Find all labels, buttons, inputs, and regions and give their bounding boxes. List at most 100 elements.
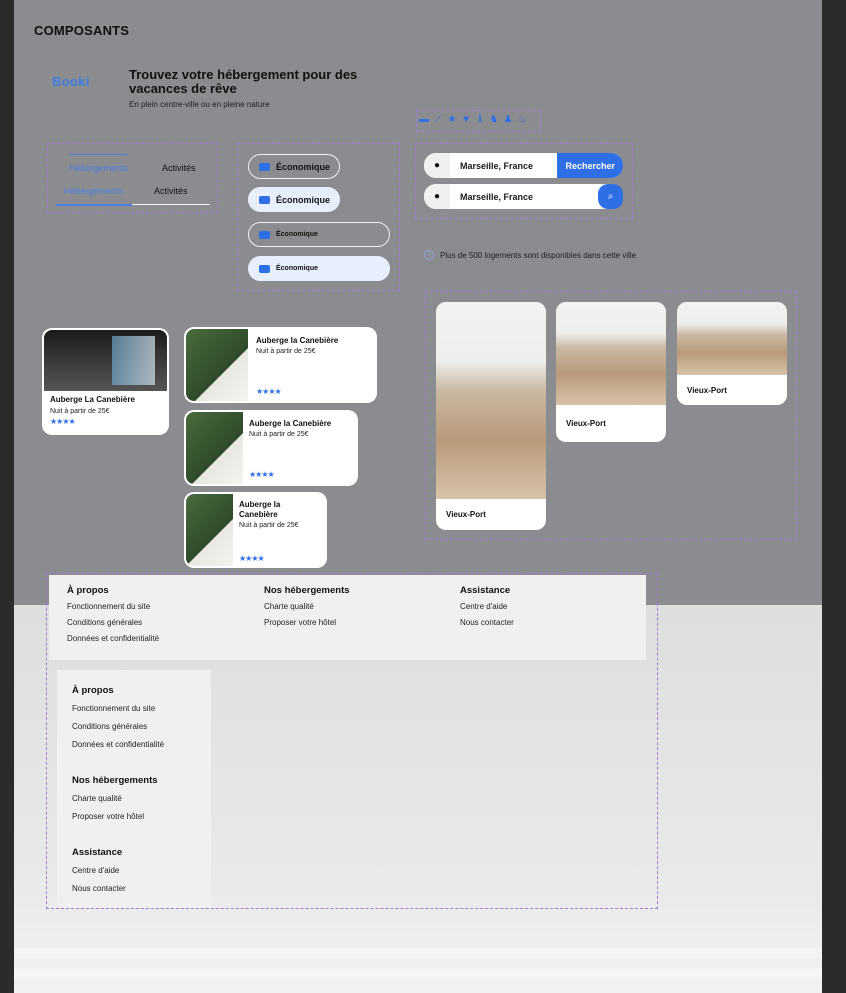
destination-image xyxy=(436,302,546,499)
card-price: Nuit à partir de 25€ xyxy=(256,348,316,355)
money-icon xyxy=(259,264,270,273)
card-name: Auberge la Canebière xyxy=(256,336,339,345)
tab-hebergements[interactable]: Hébergements xyxy=(64,186,123,196)
hebergement-card[interactable]: Auberge la Canebière Nuit à partir de 25… xyxy=(184,492,327,568)
destination-name: Vieux-Port xyxy=(566,419,606,428)
search-button[interactable]: Rechercher xyxy=(557,153,623,178)
artboard: COMPOSANTS Booki Trouvez votre hébergeme… xyxy=(14,0,822,993)
footer-heading: Nos hébergements xyxy=(72,775,158,786)
destination-card[interactable]: Vieux-Port xyxy=(677,302,787,405)
filter-label: Économique xyxy=(276,231,319,238)
info-icon: ℹ xyxy=(478,114,482,125)
footer-heading: Assistance xyxy=(72,847,123,858)
filter-chip[interactable]: Économique xyxy=(248,154,340,179)
star-rating: ★★★★ xyxy=(239,554,265,563)
card-image xyxy=(186,412,243,484)
filter-chip-selected[interactable]: Économique xyxy=(248,187,340,212)
availability-info: i Plus de 500 logements sont disponibles… xyxy=(424,250,636,260)
footer-section-assistance: Assistance Centre d'aide Nous contacter xyxy=(72,847,126,902)
chart-icon: ⟋ xyxy=(434,114,442,125)
person-icon: ♟ xyxy=(503,114,513,125)
footer-section-hebergements: Nos hébergements Charte qualité Proposer… xyxy=(72,775,158,830)
booki-logo[interactable]: Booki xyxy=(52,74,90,89)
tab-underline xyxy=(56,204,132,206)
money-icon xyxy=(259,230,270,239)
card-price: Nuit à partir de 25€ xyxy=(249,431,309,438)
footer-link[interactable]: Nous contacter xyxy=(460,618,514,627)
footer-link[interactable]: Données et confidentialité xyxy=(67,634,159,643)
search-input[interactable]: Marseille, France xyxy=(450,192,598,202)
footer-link[interactable]: Centre d'aide xyxy=(460,602,514,611)
filter-chip[interactable]: Économique xyxy=(248,222,390,247)
hero-headline: Trouvez votre hébergement pour des vacan… xyxy=(129,67,358,96)
footer-link[interactable]: Proposer votre hôtel xyxy=(72,812,158,821)
card-name: Auberge la Canebière xyxy=(239,500,281,519)
footer-heading: À propos xyxy=(67,585,109,596)
footer-heading: Assistance xyxy=(460,585,511,596)
destination-card[interactable]: Vieux-Port xyxy=(556,302,666,442)
footer-link[interactable]: Proposer votre hôtel xyxy=(264,618,350,627)
footer-link[interactable]: Charte qualité xyxy=(264,602,350,611)
destination-card[interactable]: Vieux-Port xyxy=(436,302,546,530)
search-bar-compact[interactable]: ● Marseille, France ⌕ xyxy=(424,184,623,209)
star-rating: ★★★★ xyxy=(50,417,76,426)
icon-set: ▬ ⟋ ★ ♥ ℹ ♞ ♟ ♨ xyxy=(419,114,527,126)
magnifier-icon[interactable]: ⌕ xyxy=(598,184,623,209)
money-icon xyxy=(259,162,270,171)
card-name: Auberge La Canebière xyxy=(50,395,135,404)
fade-band xyxy=(14,948,822,958)
location-pin-icon: ● xyxy=(424,184,450,209)
hebergement-card[interactable]: Auberge la Canebière Nuit à partir de 25… xyxy=(184,410,358,486)
destination-image xyxy=(677,302,787,375)
footer-heading: Nos hébergements xyxy=(264,585,350,596)
card-image xyxy=(186,494,233,566)
destination-name: Vieux-Port xyxy=(446,510,486,519)
filter-chip-selected[interactable]: Économique xyxy=(248,256,390,281)
heart-icon: ♥ xyxy=(463,114,469,125)
card-name: Auberge la Canebière xyxy=(249,419,332,428)
filter-label: Économique xyxy=(276,161,331,172)
dog-icon: ♞ xyxy=(489,114,499,125)
availability-text: Plus de 500 logements sont disponibles d… xyxy=(440,250,637,260)
search-bar[interactable]: ● Marseille, France Rechercher xyxy=(424,153,623,178)
footer-column-about: À propos Fonctionnement du site Conditio… xyxy=(67,585,159,650)
footer-link[interactable]: Fonctionnement du site xyxy=(67,602,159,611)
footer-link[interactable]: Charte qualité xyxy=(72,794,158,803)
footer-section-about: À propos Fonctionnement du site Conditio… xyxy=(72,685,164,758)
card-image xyxy=(186,329,248,401)
footer-link[interactable]: Fonctionnement du site xyxy=(72,704,164,713)
star-rating: ★★★★ xyxy=(256,387,282,396)
filter-label: Économique xyxy=(276,265,319,272)
footer-link[interactable]: Données et confidentialité xyxy=(72,740,164,749)
money-icon: ▬ xyxy=(419,114,429,125)
destination-image xyxy=(556,302,666,405)
search-input[interactable]: Marseille, France xyxy=(450,161,557,171)
tab-underline xyxy=(69,154,127,155)
hero-subline: En plein centre-ville ou en pleine natur… xyxy=(129,100,270,109)
card-image xyxy=(44,330,167,391)
footer-link[interactable]: Conditions générales xyxy=(72,722,164,731)
section-title: COMPOSANTS xyxy=(34,23,130,38)
footer-link[interactable]: Conditions générales xyxy=(67,618,159,627)
star-icon: ★ xyxy=(447,114,457,125)
money-icon xyxy=(259,195,270,204)
tab-underline xyxy=(132,204,210,205)
footer-column-assistance: Assistance Centre d'aide Nous contacter xyxy=(460,585,514,634)
fade-band xyxy=(14,968,822,978)
info-icon: i xyxy=(424,250,434,260)
filter-label: Économique xyxy=(276,194,331,205)
hebergement-card[interactable]: Auberge la Canebière Nuit à partir de 25… xyxy=(184,327,377,403)
fire-icon: ♨ xyxy=(517,114,527,125)
hebergement-card[interactable]: Auberge La Canebière Nuit à partir de 25… xyxy=(42,328,169,435)
footer-heading: À propos xyxy=(72,685,114,696)
card-price: Nuit à partir de 25€ xyxy=(50,408,110,415)
footer-column-hebergements: Nos hébergements Charte qualité Proposer… xyxy=(264,585,350,634)
footer-link[interactable]: Nous contacter xyxy=(72,884,126,893)
destination-name: Vieux-Port xyxy=(687,386,727,395)
tab-hebergements[interactable]: Hébergements xyxy=(69,163,128,173)
location-pin-icon: ● xyxy=(424,153,450,178)
tab-activites[interactable]: Activités xyxy=(154,186,188,196)
tab-activites[interactable]: Activités xyxy=(162,163,196,173)
footer-link[interactable]: Centre d'aide xyxy=(72,866,126,875)
star-rating: ★★★★ xyxy=(249,470,275,479)
